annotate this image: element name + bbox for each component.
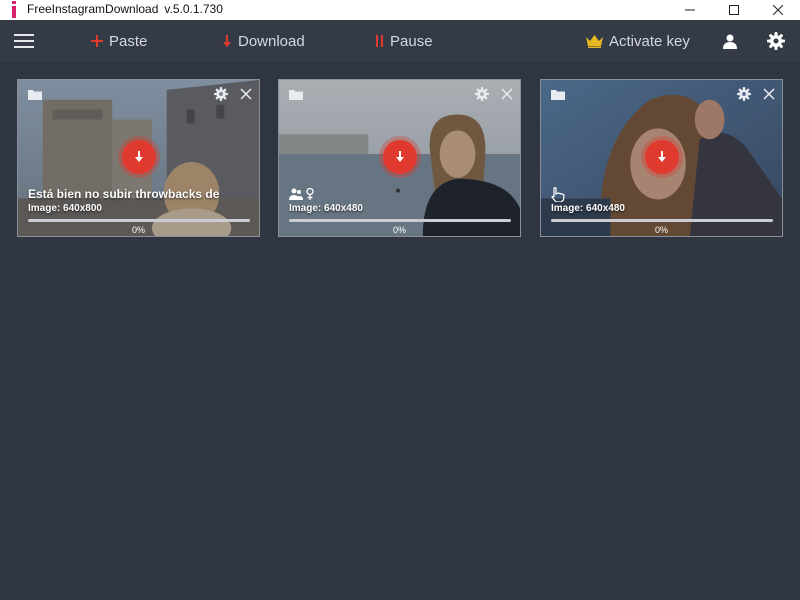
activate-key-label: Activate key xyxy=(609,32,690,50)
item-settings-icon[interactable] xyxy=(214,87,228,101)
pause-label: Pause xyxy=(390,32,433,50)
close-window-button[interactable] xyxy=(756,0,800,20)
pause-button[interactable]: Pause xyxy=(376,20,433,62)
hand-pointer-icon xyxy=(551,186,565,202)
download-arrow-icon xyxy=(135,151,143,162)
maximize-button[interactable] xyxy=(712,0,756,20)
remove-item-icon[interactable] xyxy=(239,87,253,101)
toolbar: Paste Download Pause Activate key xyxy=(0,20,800,62)
settings-button[interactable] xyxy=(767,20,791,62)
progress-percent: 0% xyxy=(392,225,406,235)
item-badges xyxy=(289,186,315,202)
item-settings-icon[interactable] xyxy=(475,87,489,101)
pause-icon xyxy=(376,35,383,47)
close-icon xyxy=(773,5,783,15)
paste-button[interactable]: Paste xyxy=(91,20,147,62)
female-icon xyxy=(306,187,314,200)
crown-icon xyxy=(586,34,603,48)
window-title: FreeInstagramDownload v.5.0.1.730 xyxy=(27,2,229,16)
hamburger-menu-icon xyxy=(14,34,34,48)
account-button[interactable] xyxy=(723,20,743,62)
download-card[interactable]: Image: 640x480 0% xyxy=(540,79,783,237)
minimize-icon xyxy=(685,9,695,11)
people-icon xyxy=(289,188,303,200)
app-logo-icon xyxy=(12,1,16,18)
download-item-button[interactable] xyxy=(383,140,417,174)
user-icon xyxy=(723,34,737,49)
app-version: v.5.0.1.730 xyxy=(164,2,223,16)
title-bar: FreeInstagramDownload v.5.0.1.730 xyxy=(0,0,800,20)
download-card[interactable]: Image: 640x480 0% xyxy=(278,79,521,237)
item-caption: Está bien no subir throwbacks de xyxy=(28,187,220,201)
app-name: FreeInstagramDownload xyxy=(27,2,159,16)
folder-icon[interactable] xyxy=(289,88,303,100)
maximize-icon xyxy=(729,5,739,15)
item-meta: Image: 640x480 xyxy=(289,203,363,214)
download-label: Download xyxy=(238,32,305,50)
progress-bar xyxy=(289,219,511,222)
minimize-button[interactable] xyxy=(668,0,712,20)
paste-label: Paste xyxy=(109,32,148,50)
download-arrow-icon xyxy=(658,151,666,162)
progress-bar xyxy=(28,219,250,222)
progress-bar xyxy=(551,219,773,222)
item-meta: Image: 640x800 xyxy=(28,203,102,214)
folder-icon[interactable] xyxy=(551,88,565,100)
item-settings-icon[interactable] xyxy=(737,87,751,101)
progress-percent: 0% xyxy=(654,225,668,235)
download-item-button[interactable] xyxy=(645,140,679,174)
download-button[interactable]: Download xyxy=(222,20,305,62)
download-arrow-icon xyxy=(396,151,404,162)
plus-icon xyxy=(91,35,103,47)
menu-button[interactable] xyxy=(14,20,40,62)
activate-key-button[interactable]: Activate key xyxy=(586,20,690,62)
remove-item-icon[interactable] xyxy=(500,87,514,101)
progress-percent: 0% xyxy=(131,225,145,235)
remove-item-icon[interactable] xyxy=(762,87,776,101)
download-item-button[interactable] xyxy=(122,140,156,174)
item-meta: Image: 640x480 xyxy=(551,203,625,214)
gear-icon xyxy=(767,32,785,50)
download-card[interactable]: Está bien no subir throwbacks de Image: … xyxy=(17,79,260,237)
folder-icon[interactable] xyxy=(28,88,42,100)
item-badges xyxy=(551,186,565,202)
download-arrow-icon xyxy=(223,34,231,47)
